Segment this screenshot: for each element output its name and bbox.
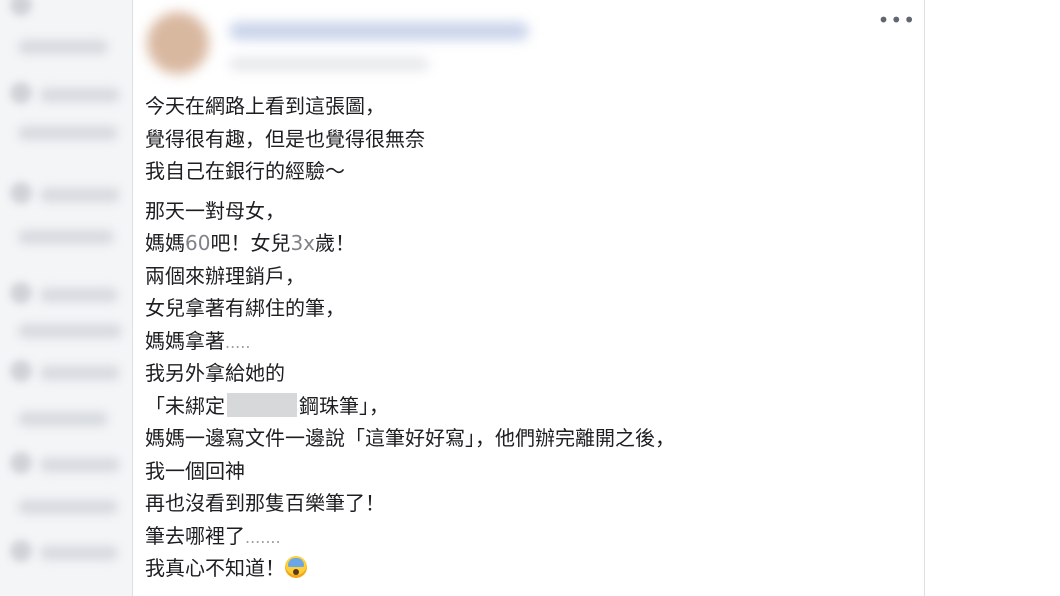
blurred-text [18,40,108,54]
blurred-text [40,88,120,102]
blurred-avatar [10,540,32,562]
blurred-text [18,324,122,338]
post-line: 今天在網路上看到這張圖， [145,94,385,118]
blurred-avatar [10,360,32,382]
blurred-avatar [10,182,32,204]
post-line: 我另外拿給她的 [145,361,285,385]
right-margin [926,0,1060,596]
post-line: 我自己在銀行的經驗～ [145,159,345,183]
post-line: 女兒拿著有綁住的筆， [145,296,345,320]
blurred-text [40,288,118,302]
post-body: 今天在網路上看到這張圖， 覺得很有趣，但是也覺得很無奈 我自己在銀行的經驗～ 那… [145,90,905,585]
blurred-text [40,458,120,472]
post-line: 那天一對母女， [145,198,285,223]
post-line: 我真心不知道！ [145,552,905,585]
post-line: 「未綁定 鋼珠筆」， [145,392,389,418]
post-line: 筆去哪裡了....... [145,523,281,548]
screaming-face-icon [285,556,307,578]
blurred-text [40,546,118,560]
blurred-text [18,500,118,514]
post-line: 再也沒看到那隻百樂筆了！ [145,491,385,515]
post-line: 媽媽拿著..... [145,328,251,353]
author-name-blurred[interactable] [229,22,529,40]
post-line: 我一個回神 [145,458,245,483]
background-comments-panel [0,0,132,596]
post-line: 兩個來辦理銷戶， [145,263,305,288]
blurred-text [18,126,118,140]
blurred-text [18,230,114,244]
blurred-avatar [10,452,32,474]
author-avatar-blurred[interactable] [147,12,209,74]
blurred-avatar [10,282,32,304]
redacted-brand-box [227,392,297,417]
blurred-avatar [10,82,32,104]
post-card: ••• 今天在網路上看到這張圖， 覺得很有趣，但是也覺得很無奈 我自己在銀行的經… [132,0,925,596]
blurred-text [18,412,108,426]
blurred-text [40,188,120,202]
post-header: ••• [133,0,924,90]
blurred-text [40,366,120,380]
more-options-icon[interactable]: ••• [878,10,916,30]
post-meta-blurred [229,58,429,70]
post-line: 媽媽一邊寫文件一邊說「這筆好好寫」，他們辦完離開之後， [145,426,675,450]
post-line: 媽媽60吧！女兒3x歲！ [145,231,356,255]
post-line: 覺得很有趣，但是也覺得很無奈 [145,126,425,151]
blurred-avatar [10,0,32,16]
